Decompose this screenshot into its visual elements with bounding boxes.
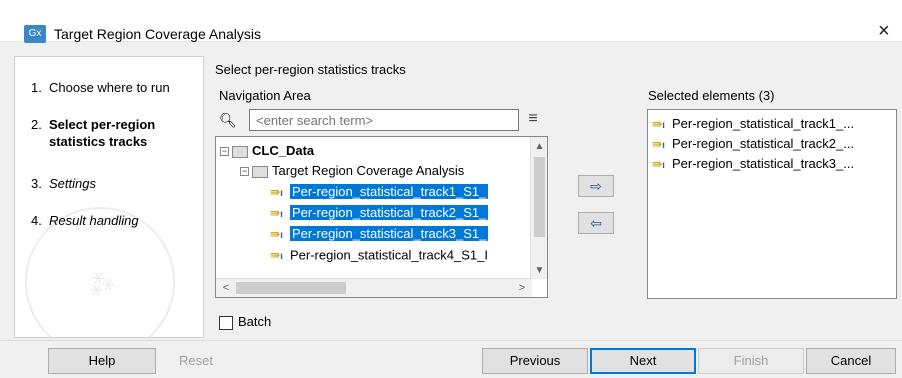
dialog-window: Gx Target Region Coverage Analysis × ⁂ 1…: [0, 0, 902, 378]
selected-element-item[interactable]: ⇛ı Per-region_statistical_track1_...: [652, 114, 854, 133]
previous-button[interactable]: Previous: [482, 348, 588, 374]
track-icon: ⇛ı: [652, 136, 665, 151]
selected-element-label: Per-region_statistical_track2_...: [672, 136, 855, 151]
remove-selected-button[interactable]: ⇦: [578, 212, 614, 234]
collapse-icon[interactable]: −: [220, 147, 229, 157]
section-title: Select per-region statistics tracks: [215, 62, 406, 77]
track-icon: ⇛ı: [652, 116, 665, 131]
track-icon: ⇛ı: [270, 227, 283, 241]
cancel-button[interactable]: Cancel: [806, 348, 896, 374]
step-number: 2.: [31, 117, 42, 132]
step-label: Result handling: [49, 213, 139, 228]
close-icon[interactable]: ×: [878, 20, 890, 43]
navigation-area-label: Navigation Area: [219, 88, 311, 103]
batch-checkbox-row[interactable]: Batch: [219, 314, 271, 332]
scroll-thumb[interactable]: [534, 157, 545, 237]
step-4: 4. Result handling: [31, 212, 139, 229]
step-3: 3. Settings: [31, 175, 96, 192]
selected-element-item[interactable]: ⇛ı Per-region_statistical_track2_...: [652, 134, 854, 153]
track-icon: ⇛ı: [652, 156, 665, 171]
data-folder-icon: [232, 145, 248, 158]
step-label: Select per-region statistics tracks: [49, 117, 156, 149]
tree-item-label: Per-region_statistical_track2_S1_: [290, 205, 489, 221]
help-button[interactable]: Help: [48, 348, 156, 374]
app-icon: Gx: [24, 25, 46, 43]
filter-icon[interactable]: ≡: [522, 109, 544, 131]
tree-item-label: Per-region_statistical_track3_S1_: [290, 226, 489, 242]
selected-element-label: Per-region_statistical_track3_...: [672, 156, 855, 171]
tree-item-label: CLC_Data: [252, 143, 315, 158]
tree-item-folder[interactable]: − Target Region Coverage Analysis: [240, 161, 464, 181]
tree-item-track2[interactable]: ⇛ı Per-region_statistical_track2_S1_: [270, 203, 489, 223]
tree-item-track4[interactable]: ⇛ı Per-region_statistical_track4_S1_I: [270, 245, 488, 265]
add-selected-button[interactable]: ⇨: [578, 175, 614, 197]
step-1: 1. Choose where to run: [31, 79, 170, 96]
step-label: Choose where to run: [49, 80, 170, 95]
horizontal-scrollbar[interactable]: < >: [216, 278, 532, 297]
step-label: Settings: [49, 176, 96, 191]
tree-item-track1[interactable]: ⇛ı Per-region_statistical_track1_S1_: [270, 182, 489, 202]
track-icon: ⇛ı: [270, 206, 283, 220]
tree-item-label: Per-region_statistical_track4_S1_I: [290, 247, 488, 263]
step-number: 4.: [31, 213, 42, 228]
folder-icon: [252, 165, 268, 178]
selected-elements-label: Selected elements (3): [648, 88, 775, 103]
track-icon: ⇛ı: [270, 248, 283, 262]
scroll-up-icon[interactable]: ▲: [531, 139, 547, 155]
step-2: 2. Select per-region statistics tracks: [31, 116, 189, 150]
scroll-right-icon[interactable]: >: [514, 279, 530, 297]
scroll-thumb[interactable]: [236, 282, 346, 294]
track-icon: ⇛ı: [270, 185, 283, 199]
tree-item-root[interactable]: − CLC_Data: [220, 141, 314, 161]
scroll-down-icon[interactable]: ▼: [531, 263, 547, 279]
next-button[interactable]: Next: [590, 348, 696, 374]
search-icon[interactable]: 🔍︎▾: [219, 109, 241, 150]
watermark-logo: ⁂: [15, 182, 200, 337]
batch-label: Batch: [238, 314, 272, 329]
tree-item-track3[interactable]: ⇛ı Per-region_statistical_track3_S1_: [270, 224, 489, 244]
tree-item-label: Target Region Coverage Analysis: [272, 163, 465, 178]
search-input[interactable]: [249, 109, 519, 131]
batch-checkbox[interactable]: [219, 315, 233, 330]
selected-elements-list[interactable]: ⇛ı Per-region_statistical_track1_... ⇛ı Pe…: [647, 109, 897, 299]
search-row: 🔍︎▾ ≡: [219, 109, 544, 150]
wizard-steps-panel: ⁂ 1. Choose where to run 2. Select per-reg…: [14, 56, 204, 338]
collapse-icon[interactable]: −: [240, 167, 249, 177]
step-number: 3.: [31, 176, 42, 191]
reset-button[interactable]: Reset: [158, 348, 234, 374]
scroll-left-icon[interactable]: <: [218, 279, 234, 297]
vertical-scrollbar[interactable]: ▲ ▼: [530, 137, 547, 279]
selected-element-item[interactable]: ⇛ı Per-region_statistical_track3_...: [652, 154, 854, 173]
tree-item-label: Per-region_statistical_track1_S1_: [290, 184, 489, 200]
title-bar: Gx Target Region Coverage Analysis ×: [0, 0, 902, 43]
window-title: Target Region Coverage Analysis: [54, 26, 262, 42]
selected-element-label: Per-region_statistical_track1_...: [672, 116, 855, 131]
navigation-tree[interactable]: − CLC_Data − Target Region Coverage Analys…: [215, 136, 548, 298]
step-number: 1.: [31, 80, 42, 95]
finish-button[interactable]: Finish: [698, 348, 804, 374]
